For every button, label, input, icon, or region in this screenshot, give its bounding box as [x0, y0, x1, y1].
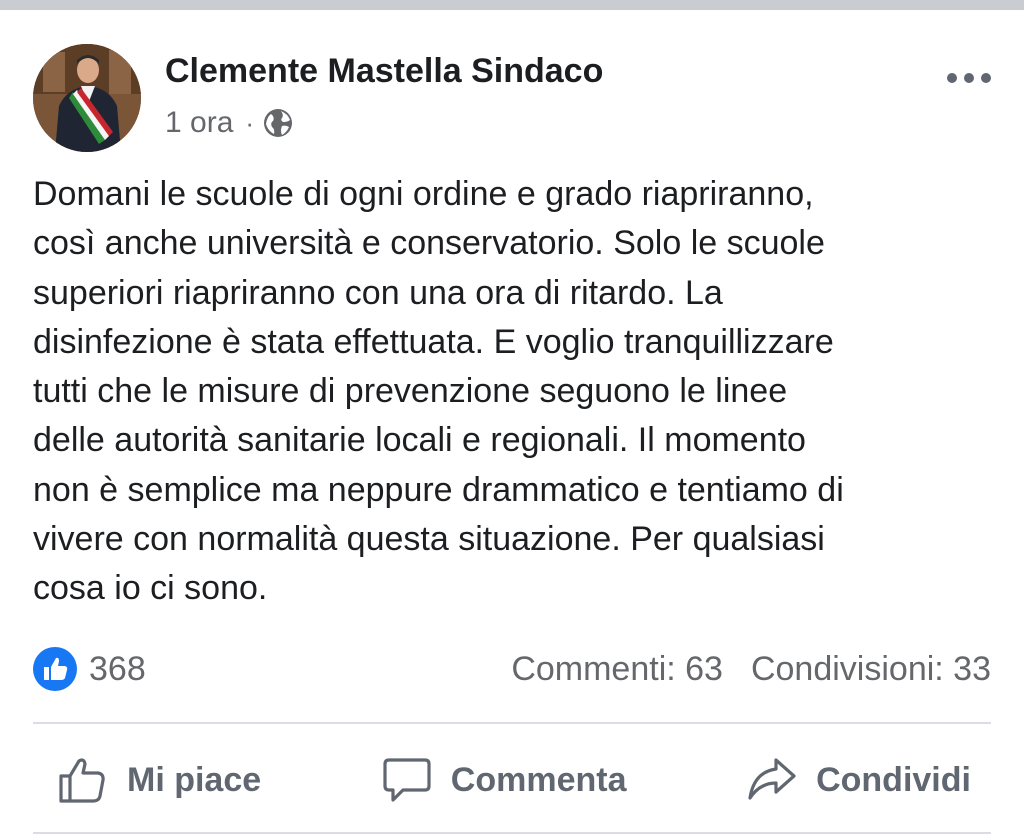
thumbs-up-icon [59, 758, 105, 803]
like-reaction-icon[interactable] [33, 647, 77, 691]
avatar[interactable] [33, 44, 141, 152]
comment-bubble-icon [383, 758, 431, 802]
share-button[interactable]: Condividi [746, 754, 971, 806]
more-options-icon[interactable] [944, 58, 994, 98]
post-text: Domani le scuole di ogni ordine e grado … [33, 175, 844, 608]
share-arrow-icon [748, 758, 796, 800]
reactions-bar: 368 Commenti: 63 Condivisioni: 33 [33, 644, 991, 694]
like-button-label: Mi piace [127, 760, 262, 799]
comment-button-label: Commenta [450, 760, 627, 799]
author-name[interactable]: Clemente Mastella Sindaco [165, 52, 603, 91]
action-bar: Mi piace Commenta Condividi [33, 740, 991, 820]
share-button-label: Condividi [816, 760, 971, 799]
shares-count[interactable]: Condivisioni: 33 [751, 650, 991, 689]
comments-count[interactable]: Commenti: 63 [511, 650, 723, 689]
post-time[interactable]: 1 ora [165, 106, 233, 140]
bottom-divider [33, 832, 991, 834]
divider [33, 722, 991, 724]
like-button[interactable]: Mi piace [57, 754, 261, 806]
top-separator [0, 0, 1024, 10]
comment-button[interactable]: Commenta [381, 754, 627, 806]
post-meta: 1 ora · [165, 103, 294, 143]
globe-icon [264, 109, 293, 137]
meta-separator: · [245, 107, 255, 138]
likes-count[interactable]: 368 [89, 650, 146, 689]
avatar-photo [33, 44, 141, 152]
